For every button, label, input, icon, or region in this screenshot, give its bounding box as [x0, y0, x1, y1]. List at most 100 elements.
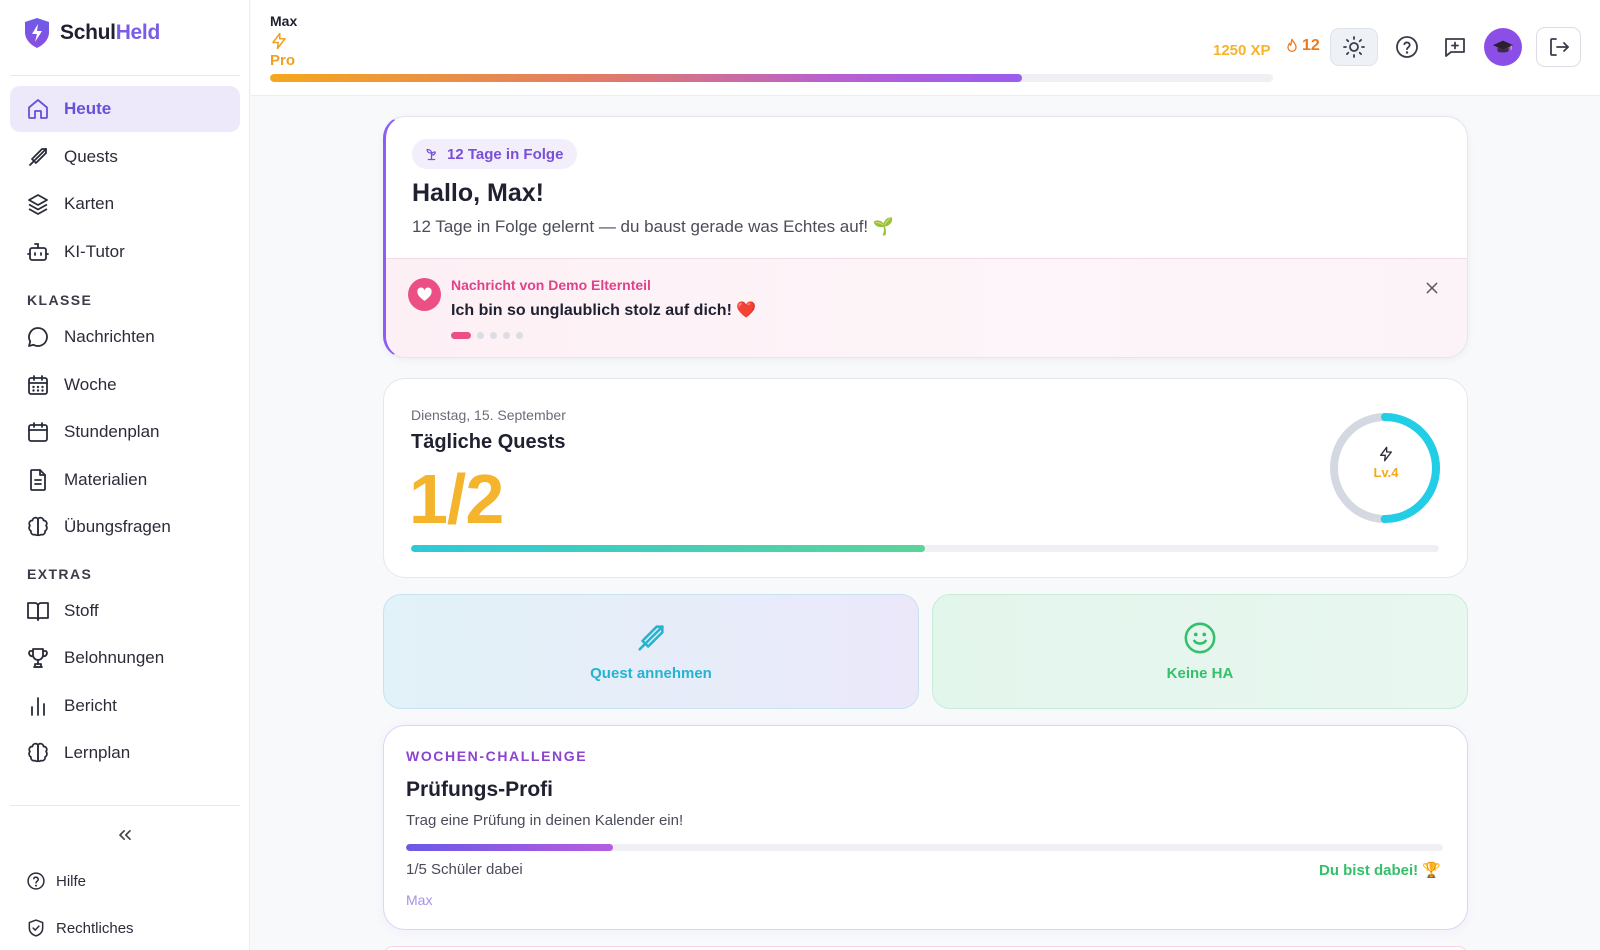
- app-name-part2: Held: [115, 21, 161, 44]
- message-sender: Nachricht von Demo Elternteil: [451, 277, 651, 293]
- brain-icon: [28, 742, 48, 763]
- graduation-cap-icon: [1492, 40, 1514, 53]
- document-icon: [30, 468, 46, 491]
- chat-icon: [28, 327, 48, 347]
- pagination-dot[interactable]: [490, 332, 497, 339]
- challenge-member: Max: [406, 892, 433, 908]
- accept-quest-button[interactable]: Quest annehmen: [383, 594, 919, 709]
- app-logo[interactable]: SchulHeld: [24, 16, 160, 50]
- challenge-participants: 1/5 Schüler dabei: [406, 861, 523, 878]
- level-label: Lv.4: [1373, 465, 1399, 480]
- sidebar-help-link[interactable]: Hilfe: [26, 871, 86, 891]
- layers-icon: [28, 194, 48, 215]
- avatar[interactable]: [1484, 28, 1522, 66]
- sidebar-item-stundenplan[interactable]: Stundenplan: [10, 409, 240, 455]
- sidebar-item-lernplan[interactable]: Lernplan: [10, 730, 240, 776]
- sidebar-legal-link[interactable]: Rechtliches: [26, 918, 134, 938]
- sword-icon: [29, 147, 47, 166]
- sidebar-item-uebungsfragen[interactable]: Übungsfragen: [10, 504, 240, 550]
- accept-quest-label: Quest annehmen: [590, 665, 712, 682]
- sidebar-item-stoff[interactable]: Stoff: [10, 588, 240, 634]
- sidebar-item-bericht[interactable]: Bericht: [10, 683, 240, 729]
- trophy-icon: [28, 648, 48, 668]
- sidebar-item-ki-tutor[interactable]: KI-Tutor: [10, 229, 240, 275]
- help-circle-icon: [27, 872, 45, 890]
- shield-logo-icon: [25, 18, 49, 48]
- sidebar-item-label: Lernplan: [64, 743, 131, 762]
- no-homework-button[interactable]: Keine HA: [932, 594, 1468, 709]
- xp-progress-bar: [270, 74, 1273, 82]
- sidebar-item-heute[interactable]: Heute: [10, 86, 240, 132]
- chevrons-left-icon: [119, 830, 131, 840]
- book-icon: [27, 601, 49, 621]
- sidebar-nav: Heute Quests Karten KI-Tutor KLASSE Nach…: [10, 86, 240, 778]
- topbar: Max Pro 1250 XP 12: [251, 0, 1600, 96]
- sidebar-section-extras: EXTRAS: [27, 565, 93, 582]
- sidebar-item-materialien[interactable]: Materialien: [10, 457, 240, 503]
- sidebar-item-belohnungen[interactable]: Belohnungen: [10, 635, 240, 681]
- quest-count: 1/2: [409, 460, 504, 538]
- greeting-card: 12 Tage in Folge Hallo, Max! 12 Tage in …: [383, 116, 1468, 358]
- bot-icon: [27, 242, 49, 261]
- sidebar-item-label: KI-Tutor: [64, 241, 125, 261]
- challenge-status: Du bist dabei! 🏆: [1318, 862, 1441, 879]
- sidebar-item-karten[interactable]: Karten: [10, 181, 240, 227]
- next-card: [383, 946, 1468, 950]
- sidebar-item-label: Quests: [64, 146, 118, 166]
- parent-message: Nachricht von Demo Elternteil Ich bin so…: [386, 258, 1467, 357]
- smile-icon: [1184, 622, 1216, 654]
- challenge-description: Trag eine Prüfung in deinen Kalender ein…: [406, 812, 684, 829]
- pagination-dot[interactable]: [516, 332, 523, 339]
- sidebar: SchulHeld Heute Quests Karten KI-Tutor K…: [0, 0, 250, 950]
- streak-counter: 12: [1284, 37, 1320, 55]
- user-name: Max: [270, 13, 298, 29]
- sidebar-item-label: Übungsfragen: [64, 517, 171, 536]
- help-button[interactable]: [1383, 28, 1431, 66]
- shield-check-icon: [28, 919, 44, 937]
- challenge-progress-fill: [406, 844, 614, 851]
- sidebar-item-quests[interactable]: Quests: [10, 134, 240, 180]
- sword-icon: [638, 625, 664, 651]
- help-circle-icon: [1396, 36, 1418, 58]
- bar-chart-icon: [31, 696, 45, 716]
- streak-chip: 12 Tage in Folge: [412, 139, 578, 169]
- bolt-icon: [1380, 446, 1392, 462]
- bolt-icon: [272, 32, 286, 50]
- sidebar-item-nachrichten[interactable]: Nachrichten: [10, 314, 240, 360]
- greeting-subtitle: 12 Tage in Folge gelernt — du baust gera…: [412, 217, 895, 236]
- logout-button[interactable]: [1536, 27, 1581, 67]
- message-pagination: [451, 332, 523, 339]
- streak-chip-label: 12 Tage in Folge: [447, 145, 564, 163]
- app-name-part1: Schul: [60, 21, 116, 44]
- pagination-dot[interactable]: [503, 332, 510, 339]
- sidebar-item-label: Woche: [64, 374, 117, 394]
- greeting-title: Hallo, Max!: [412, 179, 544, 207]
- pagination-dot[interactable]: [451, 332, 471, 339]
- logout-icon: [1549, 38, 1569, 56]
- xp-progress-fill: [270, 74, 1023, 82]
- pagination-dot[interactable]: [477, 332, 484, 339]
- sidebar-divider: [10, 75, 240, 76]
- quest-progress-bar: [411, 545, 1439, 552]
- brain-icon: [28, 516, 48, 537]
- flame-icon: [1287, 38, 1297, 52]
- help-label: Hilfe: [56, 872, 87, 890]
- sprout-icon: [426, 148, 436, 160]
- message-plus-icon: [1445, 38, 1465, 57]
- home-icon: [28, 99, 48, 119]
- collapse-sidebar-button[interactable]: [112, 822, 138, 848]
- sidebar-section-klasse: KLASSE: [27, 292, 93, 308]
- close-message-button[interactable]: [1424, 280, 1440, 301]
- calendar-grid-icon: [28, 374, 48, 395]
- feedback-button[interactable]: [1431, 28, 1479, 66]
- sidebar-item-label: Karten: [64, 194, 115, 213]
- theme-toggle-button[interactable]: [1330, 28, 1378, 66]
- sidebar-item-label: Heute: [64, 99, 112, 118]
- sidebar-item-label: Belohnungen: [64, 648, 165, 667]
- quest-progress-fill: [411, 545, 925, 552]
- sidebar-item-woche[interactable]: Woche: [10, 362, 240, 408]
- no-homework-label: Keine HA: [1166, 665, 1234, 682]
- streak-count: 12: [1302, 37, 1320, 54]
- legal-label: Rechtliches: [56, 919, 134, 937]
- challenge-title: Prüfungs-Profi: [406, 778, 553, 801]
